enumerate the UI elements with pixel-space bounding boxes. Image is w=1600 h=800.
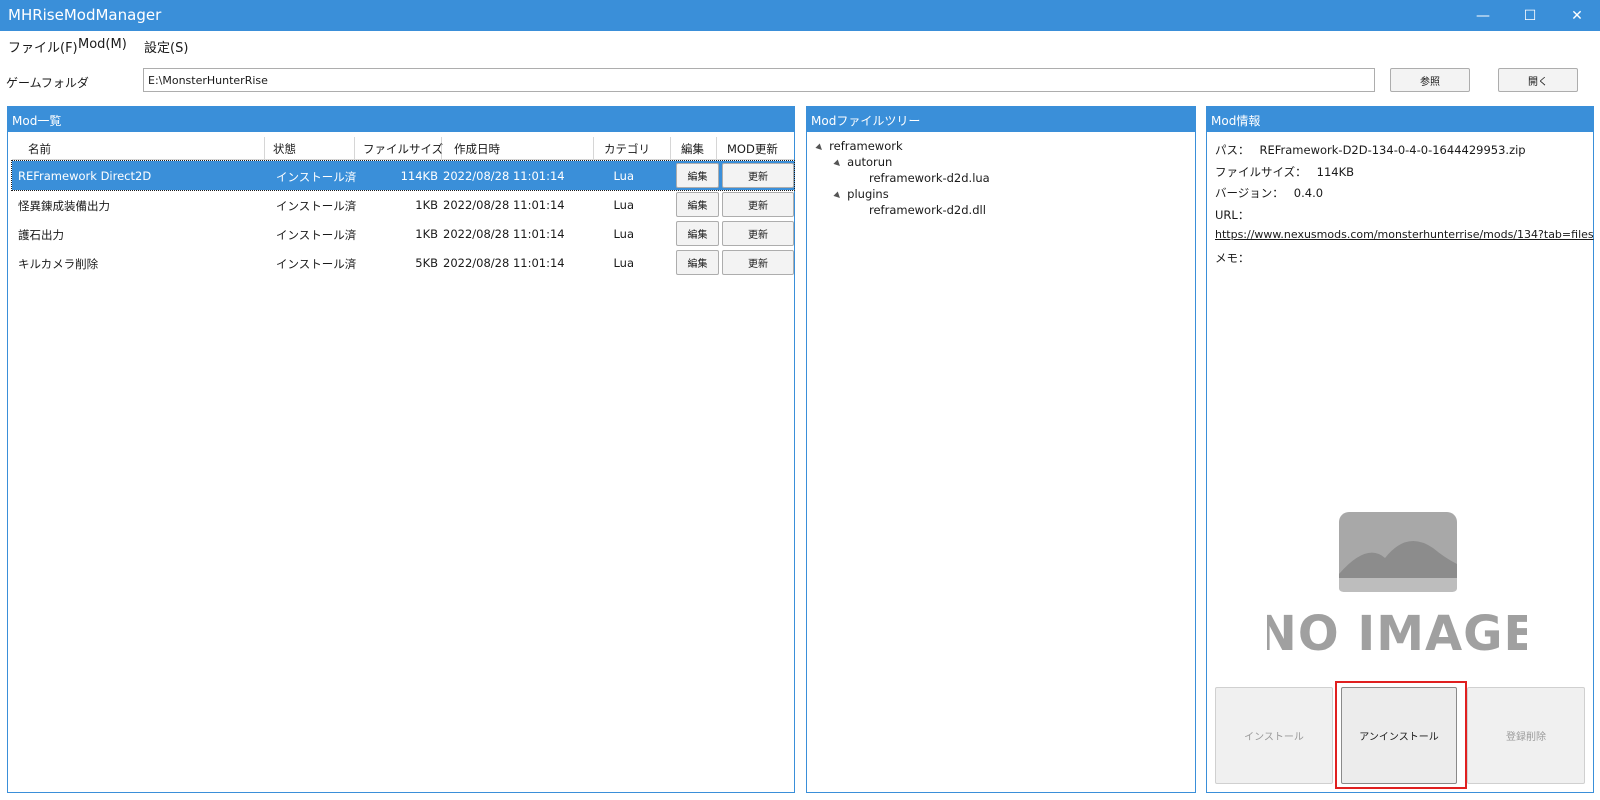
no-image-icon: NO IMAGE [1257,512,1536,662]
url-label: URL： [1215,208,1250,222]
row-category: Lua [613,169,634,183]
tree-node-autorun[interactable]: ▶ autorun [833,155,893,169]
edit-button[interactable]: 編集 [676,192,719,217]
info-size: ファイルサイズ： 114KB [1215,164,1354,180]
game-folder-label: ゲームフォルダ [6,76,89,90]
tree-plugins-label: plugins [847,187,889,201]
row-size: 1KB [415,227,438,241]
column-status[interactable]: 状態 [265,137,355,159]
memo-label: メモ： [1215,251,1250,265]
menu-file[interactable]: ファイル(F) [8,37,78,56]
row-name: キルカメラ削除 [18,257,99,271]
game-folder-row: ゲームフォルダ E:\MonsterHunterRise 参照 開く [0,66,1600,96]
row-date: 2022/08/28 11:01:14 [443,227,565,241]
row-status: インストール済 [276,228,357,242]
tree-autorun-label: autorun [847,155,893,169]
header-divider [12,159,794,160]
tree-node-plugins[interactable]: ▶ plugins [833,187,889,201]
edit-button[interactable]: 編集 [676,250,719,275]
column-name[interactable]: 名前 [12,137,265,159]
column-category[interactable]: カテゴリ [594,137,671,159]
url-link[interactable]: https://www.nexusmods.com/monsterhunterr… [1215,228,1594,241]
row-status: インストール済 [276,257,357,271]
row-name: 護石出力 [18,228,64,242]
title-bar: MHRiseModManager — ☐ ✕ [0,0,1600,31]
tree-root-label: reframework [829,139,903,153]
row-category: Lua [613,227,634,241]
row-size: 114KB [400,169,438,183]
menu-mod[interactable]: Mod(M) [78,37,127,52]
uninstall-button[interactable]: アンインストール [1341,687,1457,784]
column-update[interactable]: MOD更新 [717,137,794,159]
column-edit[interactable]: 編集 [671,137,717,159]
install-button[interactable]: インストール [1215,687,1333,784]
table-row[interactable]: 怪異錬成装備出力 インストール済 1KB 2022/08/28 11:01:14… [12,190,794,219]
file-tree-title: Modファイルツリー [807,107,1195,132]
column-date[interactable]: 作成日時 [442,137,594,159]
tree-file-lua[interactable]: reframework-d2d.lua [869,171,990,185]
row-category: Lua [613,256,634,270]
no-image-placeholder: NO IMAGE [1257,512,1536,662]
row-size: 5KB [415,256,438,270]
expand-triangle-icon[interactable]: ▶ [833,190,844,201]
edit-button[interactable]: 編集 [676,163,719,188]
row-date: 2022/08/28 11:01:14 [443,256,565,270]
delete-registration-button[interactable]: 登録削除 [1467,687,1585,784]
game-folder-input[interactable]: E:\MonsterHunterRise [143,68,1375,92]
row-category: Lua [613,198,634,212]
mod-info-panel: Mod情報 パス： REFramework-D2D-134-0-4-0-16444… [1206,106,1594,793]
column-size[interactable]: ファイルサイズ [355,137,443,159]
row-status: インストール済 [276,199,357,213]
row-status: インストール済 [276,170,357,184]
edit-button[interactable]: 編集 [676,221,719,246]
close-button[interactable]: ✕ [1554,0,1600,31]
path-label: パス： [1215,143,1250,157]
mod-list-panel: Mod一覧 名前 状態 ファイルサイズ 作成日時 カテゴリ 編集 MOD更新 R… [7,106,795,793]
table-row[interactable]: REFramework Direct2D インストール済 114KB 2022/… [11,160,795,191]
mod-info-title: Mod情報 [1207,107,1593,132]
mod-list-title: Mod一覧 [8,107,794,132]
row-name: REFramework Direct2D [18,169,152,183]
row-date: 2022/08/28 11:01:14 [443,169,565,183]
update-button[interactable]: 更新 [722,163,794,188]
file-tree-panel: Modファイルツリー ▶ reframework ▶ autorun reframe… [806,106,1196,793]
minimize-button[interactable]: — [1460,0,1506,31]
version-label: バージョン： [1215,186,1284,200]
no-image-text: NO IMAGE [1267,606,1527,657]
size-label: ファイルサイズ： [1215,165,1307,179]
info-version: バージョン： 0.4.0 [1215,185,1323,201]
update-button[interactable]: 更新 [722,250,794,275]
info-path: パス： REFramework-D2D-134-0-4-0-1644429953.… [1215,142,1526,158]
table-row[interactable]: キルカメラ削除 インストール済 5KB 2022/08/28 11:01:14 … [12,248,794,277]
path-value: REFramework-D2D-134-0-4-0-1644429953.zip [1259,143,1526,157]
tree-node-root[interactable]: ▶ reframework [815,139,903,153]
row-date: 2022/08/28 11:01:14 [443,198,565,212]
expand-triangle-icon[interactable]: ▶ [815,142,826,153]
expand-triangle-icon[interactable]: ▶ [833,158,844,169]
table-row[interactable]: 護石出力 インストール済 1KB 2022/08/28 11:01:14 Lua… [12,219,794,248]
update-button[interactable]: 更新 [722,221,794,246]
tree-file-dll[interactable]: reframework-d2d.dll [869,203,986,217]
window-title: MHRiseModManager [8,6,162,24]
open-button[interactable]: 開く [1498,68,1578,92]
browse-button[interactable]: 参照 [1390,68,1470,92]
size-value: 114KB [1316,165,1355,179]
update-button[interactable]: 更新 [722,192,794,217]
maximize-button[interactable]: ☐ [1507,0,1553,31]
row-name: 怪異錬成装備出力 [18,199,110,213]
row-size: 1KB [415,198,438,212]
version-value: 0.4.0 [1293,186,1324,200]
menu-settings[interactable]: 設定(S) [144,37,188,56]
